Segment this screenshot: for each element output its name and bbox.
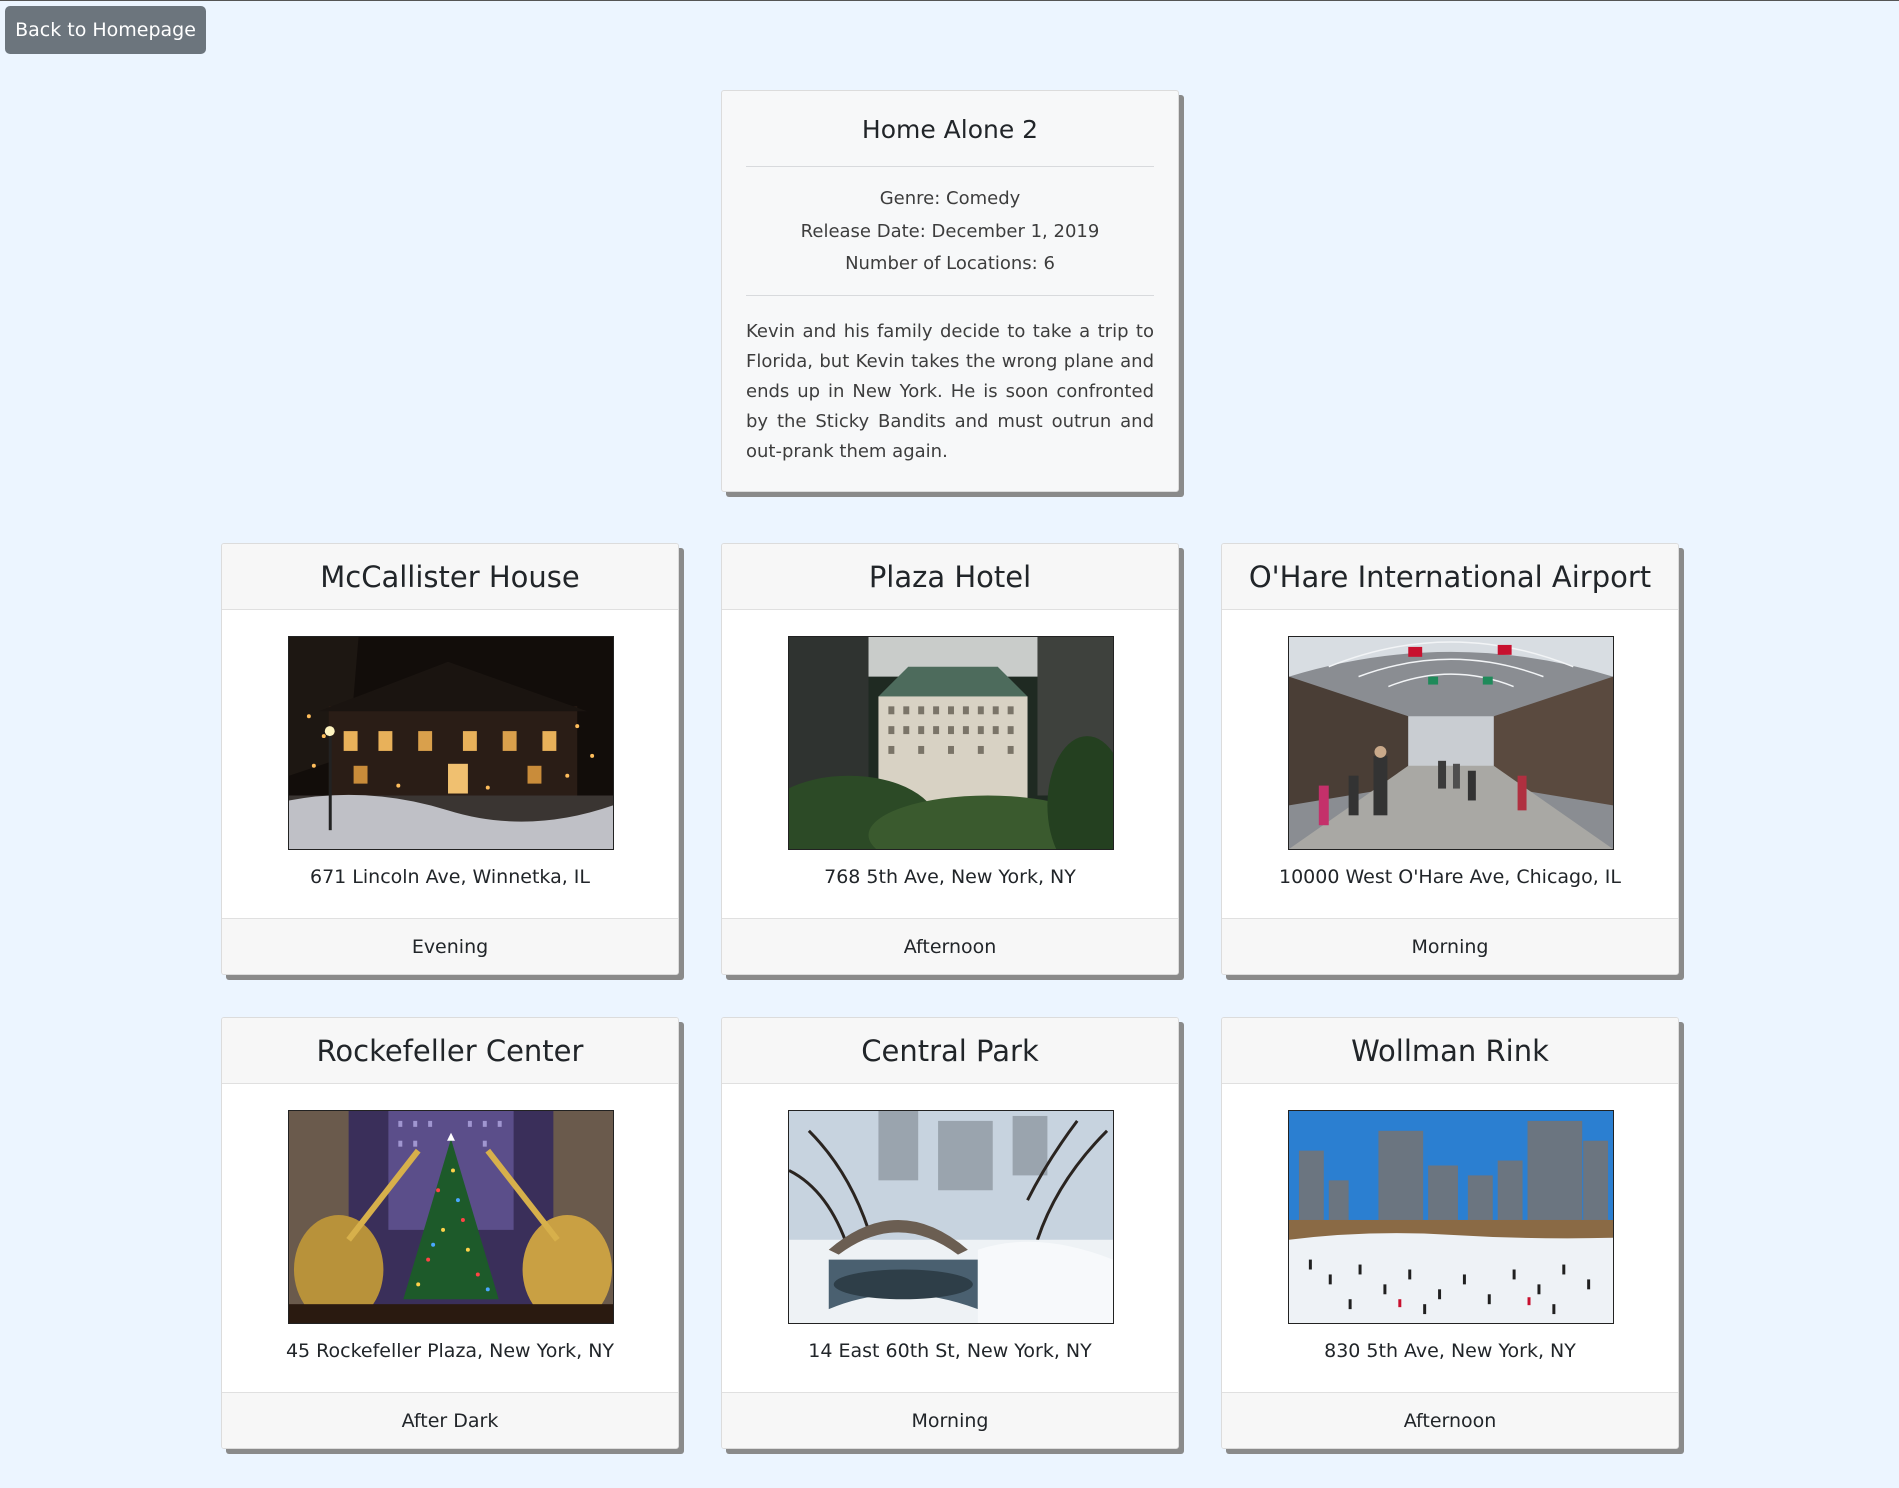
location-card[interactable]: Plaza Hotel 768 5th Ave, New York, NY Af…: [721, 543, 1179, 975]
location-name: Central Park: [722, 1018, 1178, 1084]
movie-genre: Genre: Comedy: [879, 188, 1021, 209]
location-time-of-day: Morning: [722, 1392, 1178, 1448]
divider: [746, 166, 1154, 167]
location-address: 14 East 60th St, New York, NY: [808, 1340, 1092, 1362]
location-time-of-day: Morning: [1222, 918, 1678, 974]
location-time-of-day: Afternoon: [1222, 1392, 1678, 1448]
location-name: Plaza Hotel: [722, 544, 1178, 610]
location-address: 10000 West O'Hare Ave, Chicago, IL: [1279, 866, 1621, 888]
movie-location-count: Number of Locations: 6: [845, 253, 1055, 274]
movie-title: Home Alone 2: [861, 115, 1039, 144]
location-card[interactable]: Rockefeller Center 45 Rockefeller Plaza,…: [221, 1017, 679, 1449]
location-photo: [788, 1110, 1114, 1324]
location-photo: [1288, 1110, 1614, 1324]
location-card[interactable]: Central Park 14 East 60th St, New York, …: [721, 1017, 1179, 1449]
location-photo: [1288, 636, 1614, 850]
movie-release-date: Release Date: December 1, 2019: [800, 220, 1100, 242]
movie-description: Kevin and his family decide to take a tr…: [746, 321, 1154, 462]
location-address: 45 Rockefeller Plaza, New York, NY: [285, 1340, 615, 1362]
location-photo: [788, 636, 1114, 850]
location-name: Wollman Rink: [1222, 1018, 1678, 1084]
movie-meta: Genre: Comedy Release Date: December 1, …: [722, 183, 1178, 281]
location-address: 671 Lincoln Ave, Winnetka, IL: [310, 866, 590, 888]
location-time-of-day: Evening: [222, 918, 678, 974]
location-time-of-day: After Dark: [222, 1392, 678, 1448]
location-card[interactable]: Wollman Rink 830 5th Ave, New York, NY A…: [1221, 1017, 1679, 1449]
location-card[interactable]: O'Hare International Airport 10000 West …: [1221, 543, 1679, 975]
divider: [746, 295, 1154, 296]
location-address: 830 5th Ave, New York, NY: [1324, 1340, 1576, 1362]
movie-info-card: Home Alone 2 Genre: Comedy Release Date:…: [721, 90, 1179, 492]
location-photo: [288, 1110, 614, 1324]
location-photo: [288, 636, 614, 850]
location-name: O'Hare International Airport: [1222, 544, 1678, 610]
location-time-of-day: Afternoon: [722, 918, 1178, 974]
location-card[interactable]: McCallister House 671 Lincoln Ave, Winne…: [221, 543, 679, 975]
back-to-homepage-button[interactable]: Back to Homepage: [5, 6, 206, 54]
location-name: Rockefeller Center: [222, 1018, 678, 1084]
location-address: 768 5th Ave, New York, NY: [824, 866, 1076, 888]
location-name: McCallister House: [222, 544, 678, 610]
